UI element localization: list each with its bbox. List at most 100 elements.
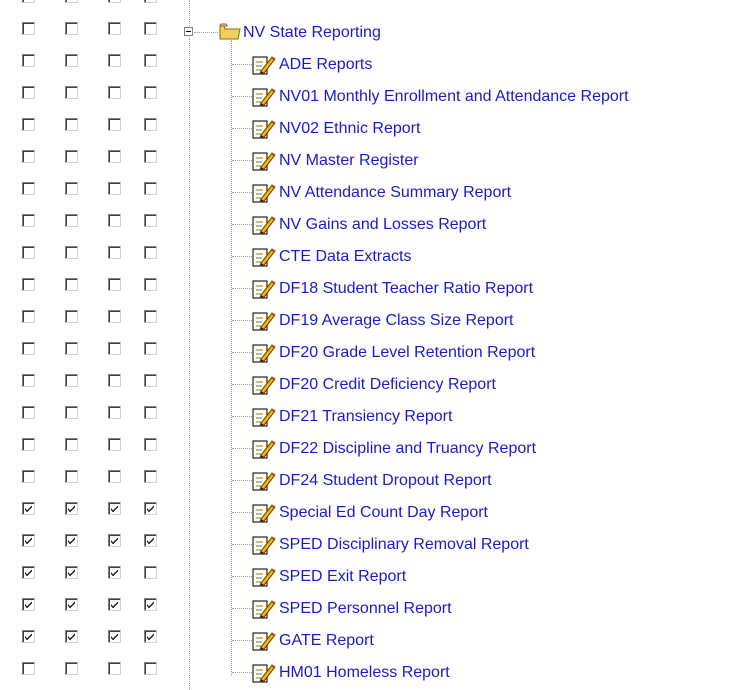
permission-checkbox[interactable] xyxy=(144,438,157,451)
permission-checkbox[interactable] xyxy=(108,214,121,227)
report-label[interactable]: NV Gains and Losses Report xyxy=(279,216,486,234)
permission-checkbox[interactable] xyxy=(144,342,157,355)
permission-checkbox[interactable] xyxy=(108,630,121,643)
folder-label[interactable]: NV State Reporting xyxy=(243,24,381,42)
report-node[interactable]: DF19 Average Class Size Report xyxy=(175,305,753,337)
permission-checkbox[interactable] xyxy=(108,278,121,291)
permission-checkbox[interactable] xyxy=(65,214,78,227)
permission-checkbox[interactable] xyxy=(144,374,157,387)
report-label[interactable]: SPED Disciplinary Removal Report xyxy=(279,536,529,554)
report-label[interactable]: DF19 Average Class Size Report xyxy=(279,312,513,330)
permission-checkbox[interactable] xyxy=(108,246,121,259)
permission-checkbox[interactable] xyxy=(22,406,35,419)
report-label[interactable]: NV02 Ethnic Report xyxy=(279,120,420,138)
permission-checkbox[interactable] xyxy=(22,374,35,387)
permission-checkbox[interactable] xyxy=(144,502,157,515)
report-node[interactable]: NV Master Register xyxy=(175,145,753,177)
permission-checkbox[interactable] xyxy=(108,598,121,611)
permission-checkbox[interactable] xyxy=(108,86,121,99)
report-node[interactable]: Special Ed Count Day Report xyxy=(175,497,753,529)
permission-checkbox[interactable] xyxy=(144,310,157,323)
permission-checkbox[interactable] xyxy=(144,278,157,291)
permission-checkbox[interactable] xyxy=(108,662,121,675)
permission-checkbox[interactable] xyxy=(144,214,157,227)
report-node[interactable]: SPED Exit Report xyxy=(175,561,753,593)
permission-checkbox[interactable] xyxy=(65,54,78,67)
permission-checkbox[interactable] xyxy=(144,566,157,579)
permission-checkbox[interactable] xyxy=(22,150,35,163)
permission-checkbox[interactable] xyxy=(65,22,78,35)
permission-checkbox[interactable] xyxy=(144,470,157,483)
permission-checkbox[interactable] xyxy=(144,118,157,131)
permission-checkbox[interactable] xyxy=(65,246,78,259)
report-node[interactable]: NV02 Ethnic Report xyxy=(175,113,753,145)
permission-checkbox[interactable] xyxy=(108,54,121,67)
permission-checkbox[interactable] xyxy=(65,86,78,99)
report-label[interactable]: GATE Report xyxy=(279,632,374,650)
permission-checkbox[interactable] xyxy=(65,662,78,675)
permission-checkbox[interactable] xyxy=(144,598,157,611)
permission-checkbox[interactable] xyxy=(108,406,121,419)
permission-checkbox[interactable] xyxy=(65,438,78,451)
report-label[interactable]: SPED Exit Report xyxy=(279,568,406,586)
permission-checkbox[interactable] xyxy=(144,86,157,99)
permission-checkbox[interactable] xyxy=(108,310,121,323)
permission-checkbox[interactable] xyxy=(144,54,157,67)
report-node[interactable]: DF22 Discipline and Truancy Report xyxy=(175,433,753,465)
permission-checkbox[interactable] xyxy=(22,246,35,259)
permission-checkbox[interactable] xyxy=(22,0,35,3)
permission-checkbox[interactable] xyxy=(65,630,78,643)
permission-checkbox[interactable] xyxy=(22,118,35,131)
permission-checkbox[interactable] xyxy=(144,406,157,419)
permission-checkbox[interactable] xyxy=(108,534,121,547)
report-node[interactable]: ADE Reports xyxy=(175,49,753,81)
report-label[interactable]: DF18 Student Teacher Ratio Report xyxy=(279,280,533,298)
permission-checkbox[interactable] xyxy=(22,342,35,355)
permission-checkbox[interactable] xyxy=(22,22,35,35)
permission-checkbox[interactable] xyxy=(65,0,78,3)
report-label[interactable]: HM01 Homeless Report xyxy=(279,664,450,682)
permission-checkbox[interactable] xyxy=(144,246,157,259)
permission-checkbox[interactable] xyxy=(22,566,35,579)
collapse-icon[interactable] xyxy=(184,27,193,36)
report-node[interactable]: DF24 Student Dropout Report xyxy=(175,465,753,497)
permission-checkbox[interactable] xyxy=(22,214,35,227)
report-label[interactable]: Special Ed Count Day Report xyxy=(279,504,488,522)
permission-checkbox[interactable] xyxy=(144,22,157,35)
permission-checkbox[interactable] xyxy=(144,182,157,195)
report-node[interactable]: NV Attendance Summary Report xyxy=(175,177,753,209)
permission-checkbox[interactable] xyxy=(108,118,121,131)
permission-checkbox[interactable] xyxy=(108,566,121,579)
report-label[interactable]: DF24 Student Dropout Report xyxy=(279,472,492,490)
permission-checkbox[interactable] xyxy=(144,0,157,3)
permission-checkbox[interactable] xyxy=(65,502,78,515)
permission-checkbox[interactable] xyxy=(144,534,157,547)
permission-checkbox[interactable] xyxy=(144,662,157,675)
folder-node-nv-state-reporting[interactable]: NV State Reporting xyxy=(175,17,475,49)
report-node[interactable]: SPED Personnel Report xyxy=(175,593,753,625)
permission-checkbox[interactable] xyxy=(65,374,78,387)
permission-checkbox[interactable] xyxy=(108,150,121,163)
permission-checkbox[interactable] xyxy=(65,534,78,547)
report-label[interactable]: DF22 Discipline and Truancy Report xyxy=(279,440,536,458)
permission-checkbox[interactable] xyxy=(65,598,78,611)
report-label[interactable]: SPED Personnel Report xyxy=(279,600,452,618)
report-node[interactable]: DF20 Grade Level Retention Report xyxy=(175,337,753,369)
report-node[interactable]: DF18 Student Teacher Ratio Report xyxy=(175,273,753,305)
permission-checkbox[interactable] xyxy=(144,630,157,643)
report-label[interactable]: DF21 Transiency Report xyxy=(279,408,452,426)
report-node[interactable]: NV01 Monthly Enrollment and Attendance R… xyxy=(175,81,753,113)
permission-checkbox[interactable] xyxy=(65,118,78,131)
permission-checkbox[interactable] xyxy=(144,150,157,163)
permission-checkbox[interactable] xyxy=(65,406,78,419)
report-node[interactable]: SPED Disciplinary Removal Report xyxy=(175,529,753,561)
report-node[interactable]: DF20 Credit Deficiency Report xyxy=(175,369,753,401)
permission-checkbox[interactable] xyxy=(65,342,78,355)
permission-checkbox[interactable] xyxy=(22,278,35,291)
report-node[interactable]: NV Gains and Losses Report xyxy=(175,209,753,241)
permission-checkbox[interactable] xyxy=(108,470,121,483)
report-label[interactable]: NV Attendance Summary Report xyxy=(279,184,511,202)
permission-checkbox[interactable] xyxy=(108,374,121,387)
permission-checkbox[interactable] xyxy=(22,502,35,515)
permission-checkbox[interactable] xyxy=(22,182,35,195)
